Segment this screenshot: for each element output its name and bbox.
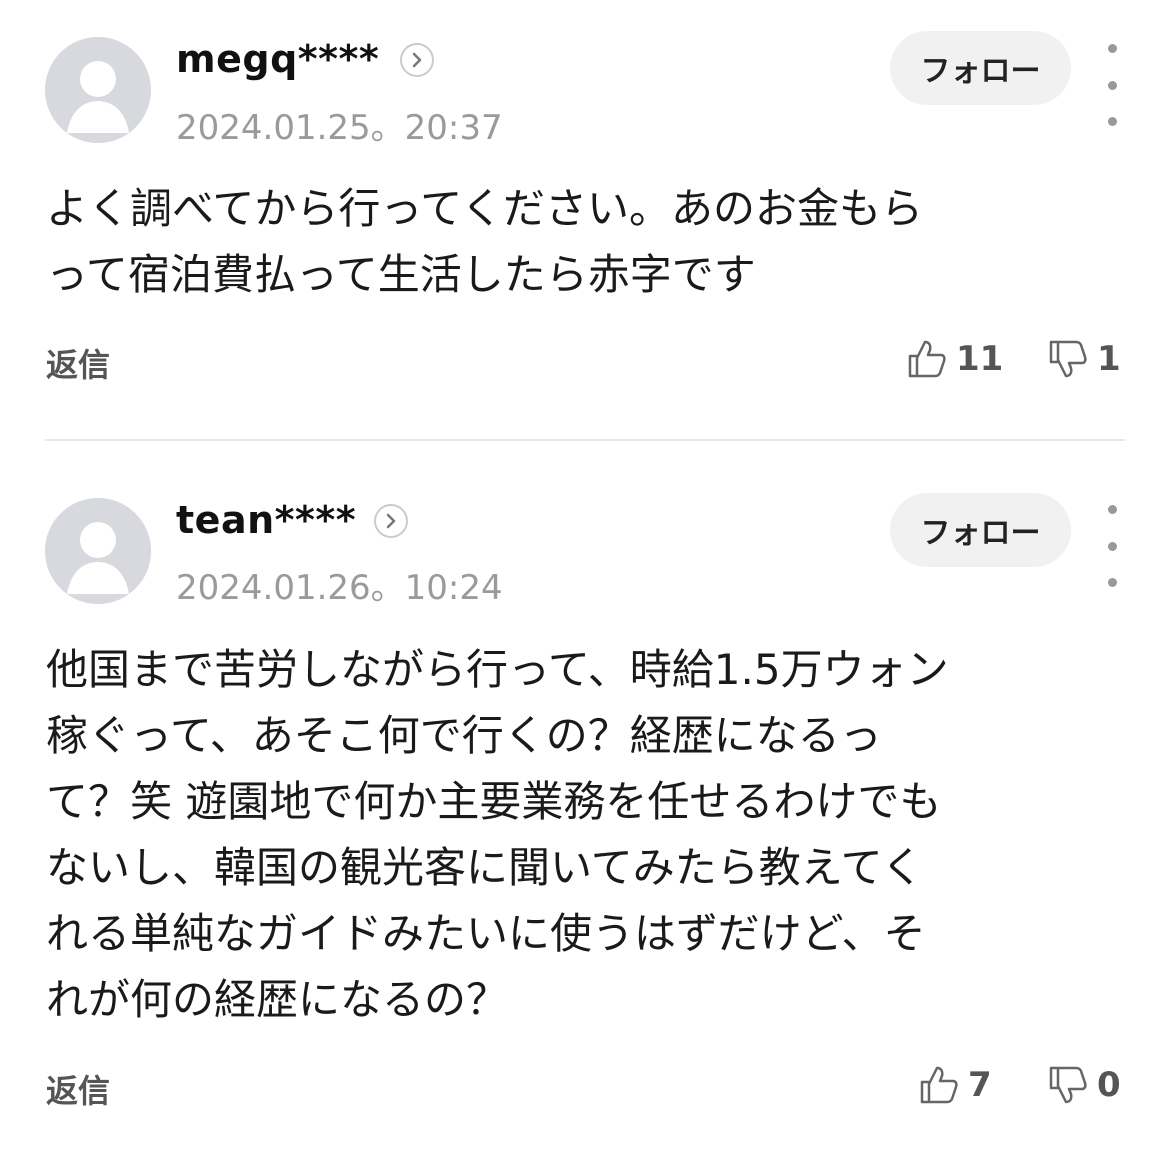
dislike-count: 1 <box>1097 339 1121 379</box>
more-options-icon[interactable] <box>1100 44 1124 126</box>
avatar[interactable] <box>45 498 151 604</box>
more-options-icon[interactable] <box>1100 505 1124 587</box>
user-placeholder-icon <box>45 498 151 604</box>
dislike-button[interactable]: 1 <box>1047 338 1121 380</box>
dislike-count: 0 <box>1097 1065 1121 1105</box>
dislike-button[interactable]: 0 <box>1047 1064 1121 1106</box>
thumbs-down-icon <box>1049 340 1087 378</box>
timestamp: 2024.01.25。20:37 <box>176 108 503 148</box>
like-count: 7 <box>968 1065 992 1105</box>
timestamp: 2024.01.26。10:24 <box>176 568 503 608</box>
chevron-right-icon[interactable] <box>374 504 408 538</box>
comment-body: よく調べてから行ってください。あのお金もら って宿泊費払って生活したら赤字です <box>46 184 923 299</box>
like-button[interactable]: 11 <box>906 338 1003 380</box>
username[interactable]: megq**** <box>176 37 379 81</box>
thumbs-down-icon <box>1049 1066 1087 1104</box>
reply-button[interactable]: 返信 <box>46 1066 110 1112</box>
thumbs-up-icon <box>908 340 946 378</box>
username[interactable]: tean**** <box>176 498 356 542</box>
user-placeholder-icon <box>45 37 151 143</box>
like-count: 11 <box>956 339 1004 379</box>
follow-button[interactable]: フォロー <box>890 493 1071 567</box>
thumbs-up-icon <box>920 1066 958 1104</box>
like-button[interactable]: 7 <box>918 1064 992 1106</box>
divider <box>45 439 1125 441</box>
follow-button[interactable]: フォロー <box>890 31 1071 105</box>
reply-button[interactable]: 返信 <box>46 340 110 386</box>
comment-body: 他国まで苦労しながら行って、時給1.5万ウォン 稼ぐって、あそこ何で行くの？経歴… <box>46 645 949 1024</box>
avatar[interactable] <box>45 37 151 143</box>
chevron-right-icon[interactable] <box>400 43 434 77</box>
